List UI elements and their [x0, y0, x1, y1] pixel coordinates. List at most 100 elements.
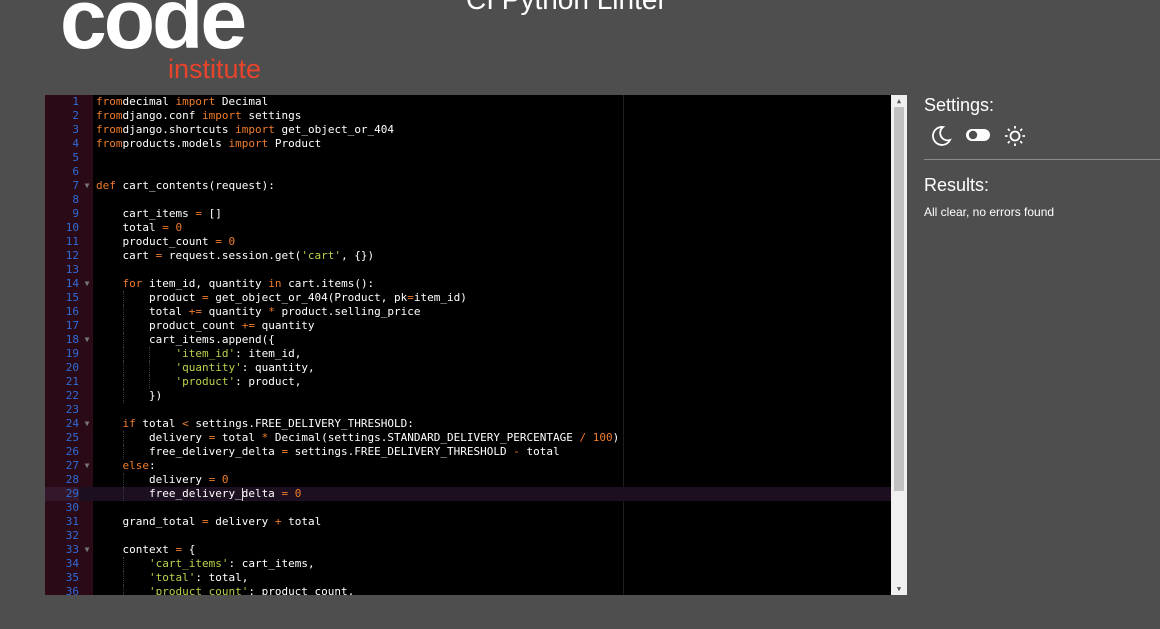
sun-icon[interactable]	[1004, 125, 1026, 152]
indent-guide	[122, 291, 124, 305]
code-text: delivery = total * Decimal(settings.STAN…	[96, 431, 620, 444]
line-number: 5	[72, 151, 79, 164]
code-line[interactable]: 31 grand_total = delivery + total	[45, 515, 891, 529]
line-number: 4	[72, 137, 79, 150]
code-line[interactable]: 27 ▼ else:	[45, 459, 891, 473]
code-line[interactable]: 20 'quantity': quantity,	[45, 361, 891, 375]
line-number: 27	[65, 459, 79, 472]
code-text: 'total': total,	[148, 571, 249, 584]
code-line[interactable]: 22 })	[45, 389, 891, 403]
code-text: fromdecimal import Decimal	[96, 95, 269, 108]
line-number: 23	[65, 403, 79, 416]
code-line[interactable]: 23	[45, 403, 891, 417]
code-line[interactable]: 16 total += quantity * product.selling_p…	[45, 305, 891, 319]
code-line[interactable]: 14 ▼ for item_id, quantity in cart.items(…	[45, 277, 891, 291]
code-line[interactable]: 6	[45, 165, 891, 179]
code-line[interactable]: 18 ▼ cart_items.append({	[45, 333, 891, 347]
indent-guide	[149, 375, 151, 389]
code-line[interactable]: 35 'total': total,	[45, 571, 891, 585]
code-line[interactable]: 17 product_count += quantity	[45, 319, 891, 333]
code-line[interactable]: 33 ▼ context = {	[45, 543, 891, 557]
code-text: product_count = 0	[96, 235, 236, 248]
theme-toggle-icon[interactable]	[965, 127, 991, 148]
indent-guide	[149, 361, 151, 375]
code-area[interactable]: 1 fromdecimal import Decimal 2 fromdjango.c…	[45, 95, 891, 595]
code-line[interactable]: 3 fromdjango.shortcuts import get_object_…	[45, 123, 891, 137]
line-number: 26	[65, 445, 79, 458]
indent-guide	[122, 361, 124, 375]
moon-icon[interactable]	[930, 125, 952, 152]
fold-arrow-icon[interactable]: ▼	[82, 543, 92, 557]
line-number: 2	[72, 109, 79, 122]
text-cursor	[241, 488, 243, 501]
line-number: 3	[72, 123, 79, 136]
code-line[interactable]: 2 fromdjango.conf import settings	[45, 109, 891, 123]
code-text: context = {	[96, 543, 196, 556]
code-line[interactable]: 36 'product_count': product_count,	[45, 585, 891, 595]
code-line[interactable]: 10 total = 0	[45, 221, 891, 235]
settings-panel: Settings:	[924, 95, 1160, 155]
line-number: 18	[65, 333, 79, 346]
code-line[interactable]: 15 product = get_object_or_404(Product, …	[45, 291, 891, 305]
code-line[interactable]: 34 'cart_items': cart_items,	[45, 557, 891, 571]
indent-guide	[122, 585, 124, 595]
code-text: cart_items = []	[96, 207, 222, 220]
line-number: 16	[65, 305, 79, 318]
code-text: delivery = 0	[96, 473, 229, 486]
code-line[interactable]: 30	[45, 501, 891, 515]
code-line[interactable]: 7 ▼ def cart_contents(request):	[45, 179, 891, 193]
fold-arrow-icon[interactable]: ▼	[82, 179, 92, 193]
code-line[interactable]: 1 fromdecimal import Decimal	[45, 95, 891, 109]
code-text: else:	[122, 459, 156, 472]
code-line[interactable]: 24 ▼ if total < settings.FREE_DELIVERY_TH…	[45, 417, 891, 431]
indent-guide	[122, 473, 124, 487]
indent-guide	[122, 375, 124, 389]
code-line[interactable]: 28 delivery = 0	[45, 473, 891, 487]
code-institute-logo: code institute	[58, 0, 288, 82]
code-line[interactable]: 21 'product': product,	[45, 375, 891, 389]
code-editor[interactable]: 1 fromdecimal import Decimal 2 fromdjango.c…	[45, 95, 907, 595]
code-text: 'product': product,	[175, 375, 302, 388]
code-line[interactable]: 11 product_count = 0	[45, 235, 891, 249]
fold-arrow-icon[interactable]: ▼	[82, 417, 92, 431]
code-text: total += quantity * product.selling_pric…	[96, 305, 421, 318]
code-line[interactable]: 26 free_delivery_delta = settings.FREE_D…	[45, 445, 891, 459]
fold-arrow-icon[interactable]: ▼	[82, 459, 92, 473]
vertical-scrollbar[interactable]: ▲ ▼	[891, 95, 907, 595]
fold-arrow-icon[interactable]: ▼	[82, 277, 92, 291]
code-line[interactable]: 4 fromproducts.models import Product	[45, 137, 891, 151]
code-line[interactable]: 13	[45, 263, 891, 277]
line-number: 6	[72, 165, 79, 178]
code-line[interactable]: 29 free_delivery_delta = 0	[45, 487, 891, 501]
code-text: cart = request.session.get('cart', {})	[96, 249, 375, 262]
code-line[interactable]: 19 'item_id': item_id,	[45, 347, 891, 361]
scroll-up-icon[interactable]: ▲	[891, 95, 907, 107]
fold-arrow-icon[interactable]: ▼	[82, 333, 92, 347]
indent-guide	[122, 487, 124, 501]
line-number: 9	[72, 207, 79, 220]
scroll-thumb[interactable]	[894, 107, 904, 491]
code-line[interactable]: 25 delivery = total * Decimal(settings.S…	[45, 431, 891, 445]
indent-guide	[149, 347, 151, 361]
panel-divider	[924, 159, 1160, 160]
line-number: 8	[72, 193, 79, 206]
code-text: product_count += quantity	[96, 319, 315, 332]
indent-guide	[122, 305, 124, 319]
code-text: })	[96, 389, 163, 402]
indent-guide	[122, 389, 124, 403]
scroll-down-icon[interactable]: ▼	[891, 583, 907, 595]
code-line[interactable]: 5	[45, 151, 891, 165]
indent-guide	[122, 571, 124, 585]
line-number: 22	[65, 389, 79, 402]
code-text: fromproducts.models import Product	[96, 137, 322, 150]
line-number: 12	[65, 249, 79, 262]
code-line[interactable]: 12 cart = request.session.get('cart', {}…	[45, 249, 891, 263]
line-number: 31	[65, 515, 79, 528]
code-line[interactable]: 8	[45, 193, 891, 207]
code-text: free_delivery_delta = 0	[96, 487, 302, 500]
line-number: 35	[65, 571, 79, 584]
code-line[interactable]: 32	[45, 529, 891, 543]
results-panel: Results: All clear, no errors found	[924, 175, 1160, 219]
code-line[interactable]: 9 cart_items = []	[45, 207, 891, 221]
line-number: 32	[65, 529, 79, 542]
